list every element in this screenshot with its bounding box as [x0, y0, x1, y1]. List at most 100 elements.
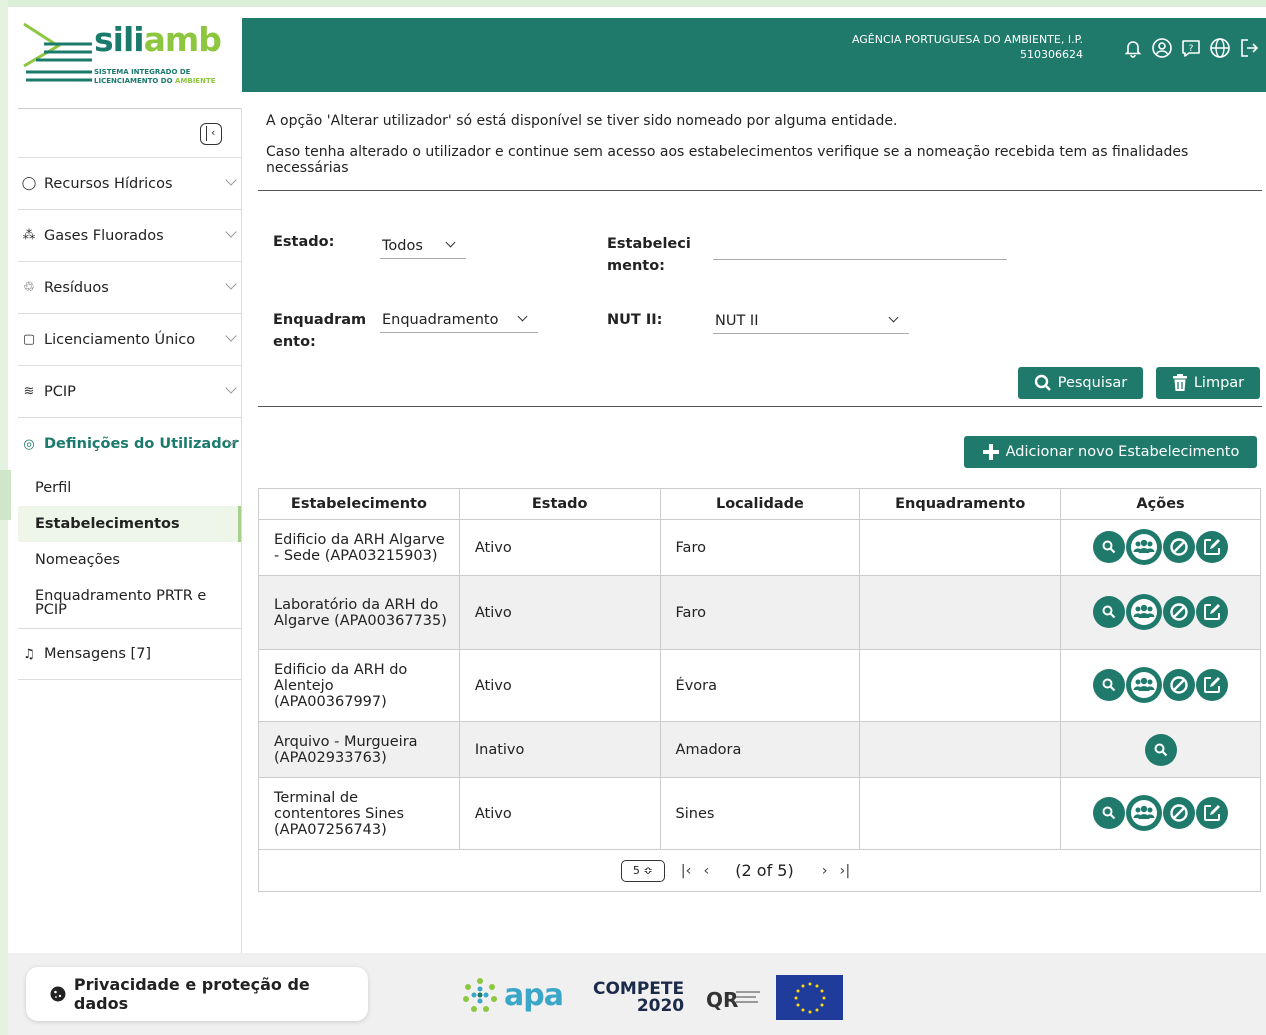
nut-select[interactable]: NUT II — [713, 308, 909, 334]
siliamb-logo[interactable]: siliamb SISTEMA INTEGRADO DE LICENCIAMEN… — [10, 12, 238, 102]
users-button[interactable] — [1126, 794, 1163, 831]
table-cell-name: Arquivo - Murgueira (APA02933763) — [258, 721, 460, 778]
enquadramento-select-value: Enquadramento — [382, 311, 499, 328]
help-chat-icon[interactable]: ? — [1180, 37, 1202, 59]
search-button[interactable]: Pesquisar — [1018, 367, 1143, 399]
table-cell-localidade: Faro — [659, 575, 861, 650]
users-button[interactable] — [1126, 593, 1163, 630]
view-icon — [1101, 677, 1117, 693]
view-button[interactable] — [1093, 595, 1126, 628]
table-cell-localidade: Sines — [659, 777, 861, 850]
top-header: AGÊNCIA PORTUGUESA DO AMBIENTE, I.P. 510… — [242, 18, 1266, 92]
submenu-perfil[interactable]: Perfil — [18, 470, 241, 506]
enquadramento-select[interactable]: Enquadramento — [380, 307, 538, 333]
sidebar-item-label: Gases Fluorados — [44, 227, 164, 244]
svg-text:?: ? — [1189, 44, 1194, 54]
agency-name: AGÊNCIA PORTUGUESA DO AMBIENTE, I.P. — [851, 33, 1083, 46]
sidebar-item-mensagens[interactable]: ♫ Mensagens [7] — [18, 628, 241, 680]
submenu-nomeacoes[interactable]: Nomeações — [18, 542, 241, 578]
column-header[interactable]: Enquadramento — [859, 488, 1062, 520]
edit-button[interactable] — [1196, 595, 1229, 628]
column-header[interactable]: Estado — [458, 488, 661, 520]
users-button[interactable] — [1126, 666, 1163, 703]
logout-icon[interactable] — [1238, 37, 1260, 59]
row-actions — [1061, 593, 1260, 630]
sidebar-item-label: PCIP — [44, 383, 76, 400]
next-page-icon[interactable]: › — [822, 863, 828, 879]
trash-icon — [1172, 374, 1187, 391]
first-page-icon[interactable]: |‹ — [681, 863, 692, 879]
row-actions — [1061, 794, 1260, 831]
paginator: 5 ≎ |‹ ‹ (2 of 5) › ›| — [258, 850, 1261, 892]
users-button[interactable] — [1126, 528, 1163, 565]
sidebar-item-residuos[interactable]: ♲ Resíduos — [18, 262, 241, 314]
view-button[interactable] — [1093, 796, 1126, 829]
chevron-down-icon — [225, 382, 237, 394]
edit-button[interactable] — [1196, 668, 1229, 701]
bell-icon[interactable] — [1122, 37, 1144, 59]
deactivate-button[interactable] — [1163, 668, 1196, 701]
edit-icon — [1202, 675, 1222, 695]
submenu-estabelecimentos[interactable]: Estabelecimentos — [18, 506, 241, 542]
establishments-table: Estabelecimento Estado Localidade Enquad… — [258, 488, 1261, 850]
sidebar-top: ‹ — [18, 108, 241, 158]
enquadramento-label-2: ento: — [273, 334, 316, 350]
previous-page-icon[interactable]: ‹ — [703, 863, 709, 879]
search-button-label: Pesquisar — [1057, 375, 1128, 391]
apa-text: apa — [504, 977, 564, 1013]
estado-select-value: Todos — [382, 237, 423, 254]
submenu-enquadramento-prtr-pcip[interactable]: Enquadramento PRTR e PCIP — [18, 578, 241, 628]
estado-select[interactable]: Todos — [380, 233, 466, 259]
edit-button[interactable] — [1196, 796, 1229, 829]
table-cell-name: Edificio da ARH Algarve - Sede (APA03215… — [258, 519, 460, 576]
sidebar-item-recursos-hidricos[interactable]: ◯ Recursos Hídricos — [18, 158, 241, 210]
column-header[interactable]: Localidade — [659, 488, 861, 520]
table-cell-actions — [1060, 649, 1261, 722]
chevron-down-icon — [225, 330, 237, 342]
table-cell-estado: Ativo — [458, 519, 661, 576]
table-cell-name: Laboratório da ARH do Algarve (APA003677… — [258, 575, 460, 650]
deactivate-button[interactable] — [1163, 595, 1196, 628]
globe-icon[interactable] — [1209, 37, 1231, 59]
cookie-icon — [50, 986, 66, 1002]
column-header: Ações — [1060, 488, 1261, 520]
collapse-sidebar-icon[interactable]: ‹ — [200, 123, 222, 145]
row-actions — [1061, 733, 1260, 766]
svg-text:QR: QR — [706, 988, 738, 1012]
sidebar-item-pcip[interactable]: ≋ PCIP — [18, 366, 241, 418]
footer: Privacidade e proteção de dados apa COMP… — [8, 953, 1266, 1035]
user-circle-icon[interactable] — [1151, 37, 1173, 59]
table-cell-estado: Ativo — [458, 777, 661, 850]
chevron-down-icon — [445, 237, 456, 248]
sidebar-item-licenciamento-unico[interactable]: ▢ Licenciamento Único — [18, 314, 241, 366]
page-size-select[interactable]: 5 ≎ — [620, 859, 665, 882]
table-cell-actions — [1060, 519, 1261, 576]
view-button[interactable] — [1144, 733, 1177, 766]
view-button[interactable] — [1093, 530, 1126, 563]
edit-button[interactable] — [1196, 530, 1229, 563]
deactivate-button[interactable] — [1163, 530, 1196, 563]
table-cell-actions — [1060, 575, 1261, 650]
table-header-row: Estabelecimento Estado Localidade Enquad… — [258, 488, 1261, 520]
users-icon — [1129, 532, 1159, 562]
view-button[interactable] — [1093, 668, 1126, 701]
sidebar-item-gases-fluorados[interactable]: ⁂ Gases Fluorados — [18, 210, 241, 262]
add-establishment-button[interactable]: Adicionar novo Estabelecimento — [964, 436, 1257, 468]
last-page-icon[interactable]: ›| — [840, 863, 851, 879]
estabelecimento-input[interactable] — [713, 234, 1007, 260]
chevron-down-icon — [225, 226, 237, 238]
row-actions — [1061, 666, 1260, 703]
table-cell-name: Terminal de contentores Sines (APA072567… — [258, 777, 460, 850]
sidebar-item-definicoes-utilizador[interactable]: ◎ Definições do Utilizador — [18, 418, 241, 470]
clear-button-label: Limpar — [1193, 375, 1245, 391]
edit-icon — [1202, 602, 1222, 622]
header-icons: ? — [1122, 37, 1260, 59]
column-header[interactable]: Estabelecimento — [258, 488, 460, 520]
view-icon — [1153, 742, 1169, 758]
privacy-link[interactable]: Privacidade e proteção de dados — [26, 967, 368, 1021]
deactivate-button[interactable] — [1163, 796, 1196, 829]
info-text-1: A opção 'Alterar utilizador' só está dis… — [266, 113, 898, 129]
users-icon — [1129, 670, 1159, 700]
clear-button[interactable]: Limpar — [1156, 367, 1260, 399]
compete-year: 2020 — [636, 996, 685, 1016]
